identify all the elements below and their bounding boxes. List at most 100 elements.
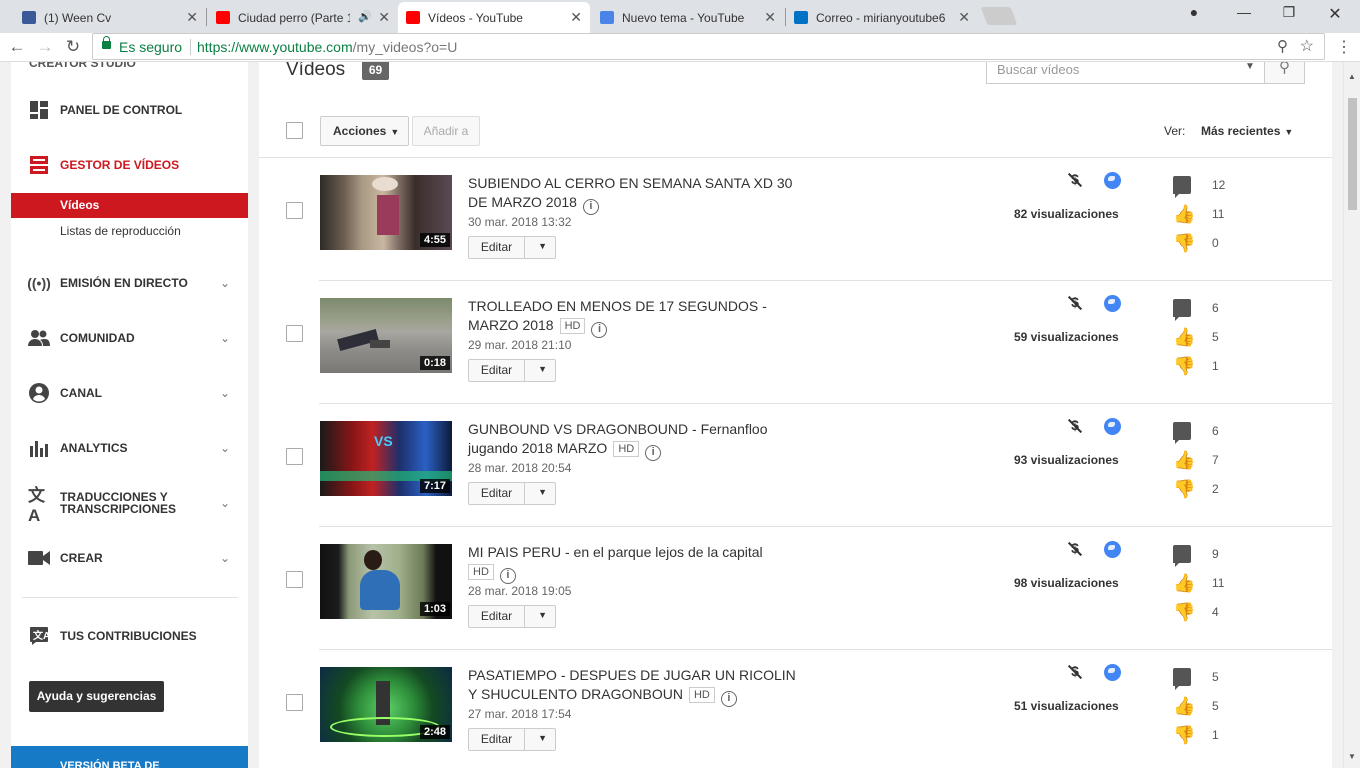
nav-tus-contribuciones[interactable]: 文A TUS CONTRIBUCIONES bbox=[11, 616, 248, 656]
video-title[interactable]: GUNBOUND VS DRAGONBOUND - Fernanfloo jug… bbox=[468, 420, 798, 461]
info-icon[interactable]: i bbox=[499, 568, 516, 584]
nav-emision-en-directo[interactable]: ((•)) EMISIÓN EN DIRECTO ⌄ bbox=[11, 263, 248, 303]
video-checkbox[interactable] bbox=[286, 571, 303, 588]
edit-button[interactable]: Editar ▼ bbox=[468, 605, 556, 628]
new-tab-button[interactable] bbox=[980, 7, 1018, 25]
caret-down-icon[interactable]: ▼ bbox=[538, 364, 547, 374]
select-all-checkbox[interactable] bbox=[286, 122, 303, 139]
caret-down-icon[interactable]: ▼ bbox=[538, 487, 547, 497]
nav-comunidad[interactable]: COMUNIDAD ⌄ bbox=[11, 318, 248, 358]
edit-label[interactable]: Editar bbox=[469, 237, 525, 258]
browser-tab-facebook[interactable]: (1) Ween Cv ✕ bbox=[14, 2, 206, 33]
browser-tab-videos-youtube[interactable]: Vídeos - YouTube ✕ bbox=[398, 2, 590, 33]
forward-icon[interactable]: → bbox=[34, 37, 56, 57]
reload-icon[interactable]: ↻ bbox=[62, 37, 84, 57]
edit-label[interactable]: Editar bbox=[469, 360, 525, 381]
browser-tab-nuevo-tema[interactable]: Nuevo tema - YouTube ✕ bbox=[592, 2, 784, 33]
edit-label[interactable]: Editar bbox=[469, 729, 525, 750]
help-feedback-button[interactable]: Ayuda y sugerencias bbox=[29, 681, 164, 712]
scroll-down-icon[interactable]: ▼ bbox=[1348, 752, 1356, 761]
edit-button[interactable]: Editar ▼ bbox=[468, 728, 556, 751]
info-icon[interactable]: i bbox=[645, 445, 662, 461]
public-globe-icon[interactable] bbox=[1104, 541, 1121, 558]
search-icon[interactable]: ⚲ bbox=[1264, 62, 1304, 83]
close-tab-icon[interactable]: ✕ bbox=[378, 9, 390, 26]
chevron-down-icon[interactable]: ⌄ bbox=[220, 386, 230, 400]
bookmark-star-icon[interactable]: ☆ bbox=[1300, 36, 1314, 56]
video-thumbnail[interactable]: 0:18 bbox=[320, 298, 452, 373]
video-thumbnail[interactable]: 4:55 bbox=[320, 175, 452, 250]
subnav-videos[interactable]: Vídeos bbox=[11, 193, 248, 218]
browser-tab-ciudad-perro[interactable]: Ciudad perro (Parte 1 🔊 ✕ bbox=[208, 2, 398, 33]
edit-button[interactable]: Editar ▼ bbox=[468, 482, 556, 505]
close-tab-icon[interactable]: ✕ bbox=[186, 9, 198, 26]
search-dropdown-icon[interactable]: ▼ bbox=[1245, 62, 1255, 72]
url-text[interactable]: https://www.youtube.com/my_videos?o=U bbox=[197, 39, 457, 55]
info-icon[interactable]: i bbox=[582, 199, 599, 215]
video-checkbox[interactable] bbox=[286, 448, 303, 465]
video-title[interactable]: PASATIEMPO - DESPUES DE JUGAR UN RICOLIN… bbox=[468, 666, 798, 707]
comments-stat: 5 bbox=[1173, 668, 1273, 690]
close-tab-icon[interactable]: ✕ bbox=[958, 9, 970, 26]
nav-panel-de-control[interactable]: PANEL DE CONTROL bbox=[11, 90, 248, 130]
public-globe-icon[interactable] bbox=[1104, 295, 1121, 312]
chevron-down-icon[interactable]: ⌄ bbox=[220, 331, 230, 345]
minimize-icon[interactable]: — bbox=[1234, 4, 1254, 20]
browser-tab-correo[interactable]: Correo - mirianyoutube6 ✕ bbox=[786, 2, 978, 33]
back-icon[interactable]: ← bbox=[6, 37, 28, 57]
scrollbar-thumb[interactable] bbox=[1348, 98, 1357, 210]
edit-button[interactable]: Editar ▼ bbox=[468, 236, 556, 259]
video-checkbox[interactable] bbox=[286, 694, 303, 711]
subnav-listas-de-reproduccion[interactable]: Listas de reproducción bbox=[11, 219, 248, 244]
actions-dropdown[interactable]: Acciones ▼ bbox=[320, 116, 409, 146]
hd-badge: HD bbox=[613, 441, 640, 457]
dislikes-stat: 👎 1 bbox=[1173, 356, 1219, 376]
address-bar[interactable]: Es seguro https://www.youtube.com/my_vid… bbox=[92, 33, 1325, 60]
video-checkbox[interactable] bbox=[286, 202, 303, 219]
video-thumbnail[interactable]: VS 7:17 bbox=[320, 421, 452, 496]
nav-canal[interactable]: CANAL ⌄ bbox=[11, 373, 248, 413]
nav-gestor-de-videos[interactable]: GESTOR DE VÍDEOS bbox=[11, 145, 248, 185]
nav-crear[interactable]: CREAR ⌄ bbox=[11, 538, 248, 578]
beta-version-banner[interactable]: VERSIÓN BETA DE bbox=[11, 746, 248, 768]
sort-dropdown[interactable]: Más recientes ▼ bbox=[1201, 124, 1293, 138]
nav-traducciones[interactable]: 文A TRADUCCIONES Y TRANSCRIPCIONES ⌄ bbox=[11, 483, 248, 525]
youtube-icon bbox=[216, 11, 230, 24]
caret-down-icon[interactable]: ▼ bbox=[538, 610, 547, 620]
add-to-button[interactable]: Añadir a bbox=[412, 116, 480, 146]
video-checkbox[interactable] bbox=[286, 325, 303, 342]
chevron-down-icon[interactable]: ⌄ bbox=[220, 551, 230, 565]
edit-label[interactable]: Editar bbox=[469, 483, 525, 504]
audio-icon[interactable]: 🔊 bbox=[358, 10, 372, 23]
search-videos-field[interactable]: Buscar vídeos ▼ ⚲ bbox=[986, 62, 1305, 84]
close-window-icon[interactable]: ✕ bbox=[1325, 4, 1345, 24]
public-globe-icon[interactable] bbox=[1104, 172, 1121, 189]
video-thumbnail[interactable]: 2:48 bbox=[320, 667, 452, 742]
close-tab-icon[interactable]: ✕ bbox=[570, 9, 582, 26]
scroll-up-icon[interactable]: ▲ bbox=[1348, 72, 1356, 81]
live-icon: ((•)) bbox=[27, 275, 51, 291]
public-globe-icon[interactable] bbox=[1104, 418, 1121, 435]
video-title[interactable]: TROLLEADO EN MENOS DE 17 SEGUNDOS - MARZ… bbox=[468, 297, 798, 338]
profile-icon[interactable]: ● bbox=[1184, 4, 1204, 20]
video-title[interactable]: SUBIENDO AL CERRO EN SEMANA SANTA XD 30 … bbox=[468, 174, 798, 215]
caret-down-icon[interactable]: ▼ bbox=[538, 241, 547, 251]
chevron-down-icon[interactable]: ⌄ bbox=[220, 441, 230, 455]
public-globe-icon[interactable] bbox=[1104, 664, 1121, 681]
close-tab-icon[interactable]: ✕ bbox=[764, 9, 776, 26]
browser-menu-icon[interactable]: ⋮ bbox=[1336, 37, 1352, 57]
chevron-down-icon[interactable]: ⌄ bbox=[220, 276, 230, 290]
zoom-icon[interactable]: ⚲ bbox=[1277, 37, 1288, 55]
caret-down-icon[interactable]: ▼ bbox=[538, 733, 547, 743]
info-icon[interactable]: i bbox=[720, 691, 737, 707]
chevron-down-icon[interactable]: ⌄ bbox=[220, 496, 230, 510]
nav-analytics[interactable]: ANALYTICS ⌄ bbox=[11, 428, 248, 468]
edit-label[interactable]: Editar bbox=[469, 606, 525, 627]
page-scrollbar[interactable]: ▲ ▼ bbox=[1343, 62, 1360, 768]
info-icon[interactable]: i bbox=[591, 322, 608, 338]
maximize-icon[interactable]: ❐ bbox=[1279, 4, 1299, 21]
edit-button[interactable]: Editar ▼ bbox=[468, 359, 556, 382]
video-title[interactable]: MI PAIS PERU - en el parque lejos de la … bbox=[468, 543, 798, 584]
video-thumbnail[interactable]: 1:03 bbox=[320, 544, 452, 619]
comment-icon bbox=[1173, 545, 1191, 567]
